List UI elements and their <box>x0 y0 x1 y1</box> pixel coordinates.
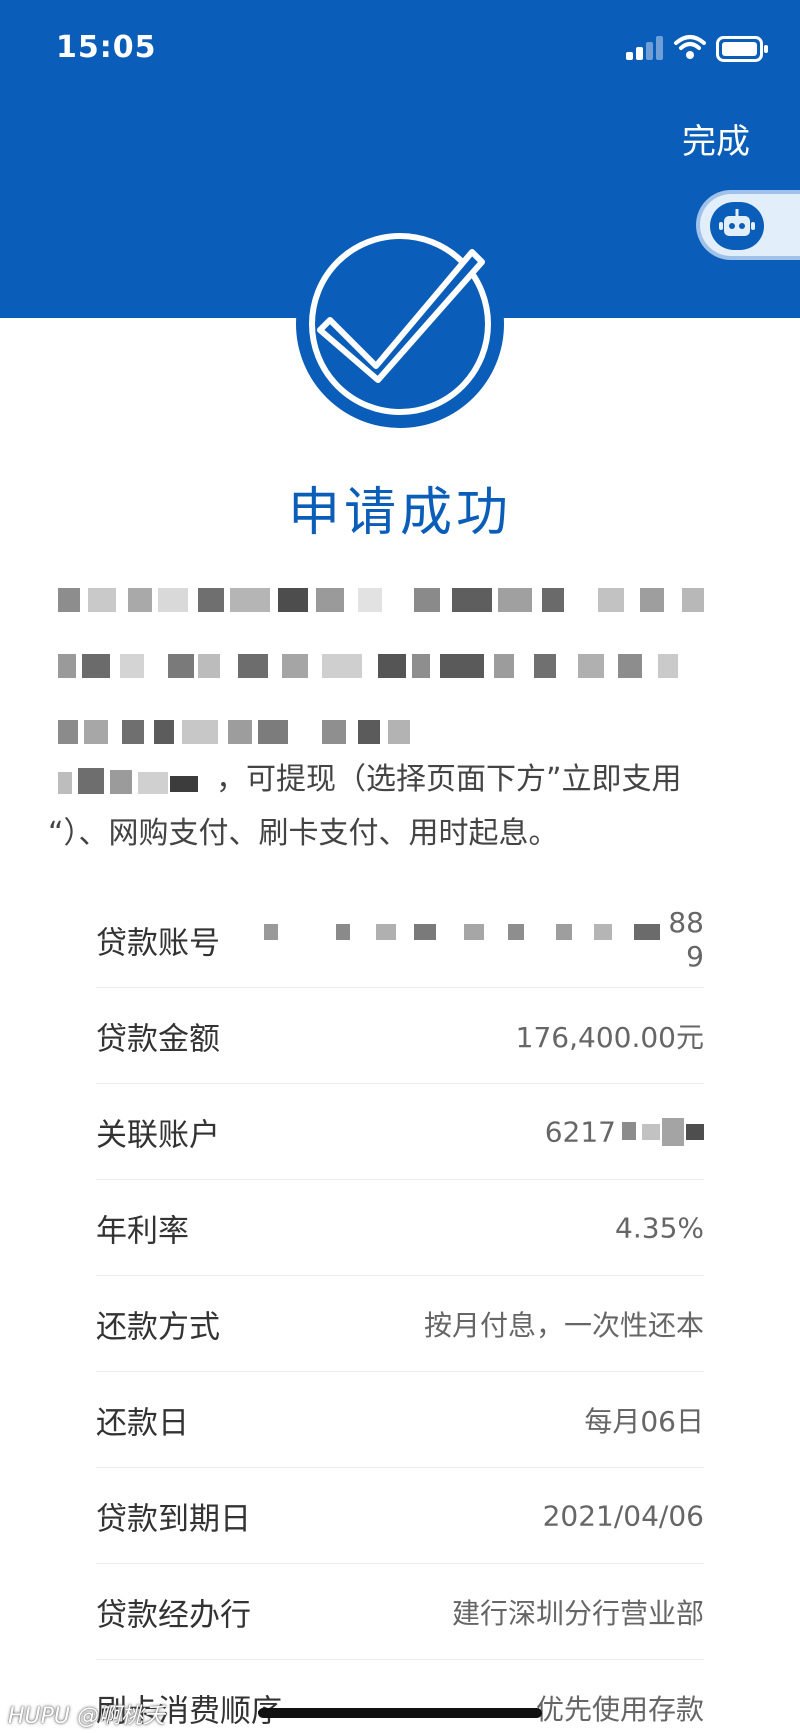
info-value: 4.35% <box>615 1211 704 1244</box>
done-button[interactable]: 完成 <box>682 114 750 163</box>
assistant-button[interactable] <box>696 190 800 260</box>
masked-text-line <box>58 710 758 758</box>
watermark: HUPU @啊桃夭 <box>8 1704 166 1729</box>
status-bar: 15:05 <box>0 0 800 100</box>
description-line-1: ，可提现（选择页面下方”立即支用 <box>216 762 682 797</box>
info-row-card-order: 刷卡消费顺序 优先使用存款 <box>96 1660 704 1733</box>
info-label: 年利率 <box>96 1213 189 1249</box>
info-label: 关联账户 <box>96 1117 220 1153</box>
masked-text-inline <box>58 764 218 800</box>
status-time: 15:05 <box>56 30 157 65</box>
info-value: 每月06日 <box>584 1404 704 1438</box>
description-masked <box>58 578 758 776</box>
info-label: 贷款到期日 <box>96 1501 251 1537</box>
info-row-loan-amount: 贷款金额 176,400.00元 <box>96 988 704 1084</box>
info-row-repay-method: 还款方式 按月付息，一次性还本 <box>96 1276 704 1372</box>
info-value: 建行深圳分行营业部 <box>451 1596 704 1630</box>
info-value: 2021/04/06 <box>542 1499 704 1532</box>
info-row-due-date: 贷款到期日 2021/04/06 <box>96 1468 704 1564</box>
check-circle-icon <box>296 220 504 428</box>
masked-text-line <box>58 644 758 692</box>
info-label: 还款方式 <box>96 1309 220 1345</box>
masked-linked-account <box>622 1114 704 1150</box>
info-row-repay-day: 还款日 每月06日 <box>96 1372 704 1468</box>
info-row-branch: 贷款经办行 建行深圳分行营业部 <box>96 1564 704 1660</box>
masked-text-line <box>58 578 758 626</box>
masked-account-number <box>264 914 704 950</box>
loan-info-list: 贷款账号 88 9 贷款金额 176,400.00元 关联账户 6217 年利率… <box>96 892 704 1733</box>
info-label: 贷款经办行 <box>96 1597 251 1633</box>
info-value: 按月付息，一次性还本 <box>423 1308 704 1342</box>
info-label: 贷款账号 <box>96 925 220 961</box>
info-value: 6217 <box>544 1115 616 1148</box>
description-line-2: “）、网购支付、刷卡支付、用时起息。 <box>48 816 559 851</box>
wifi-icon <box>674 35 706 59</box>
info-value-account-tail: 88 9 <box>668 906 704 973</box>
home-indicator[interactable] <box>258 1708 542 1718</box>
loan-success-screen: 15:05 完成 申请成功 ，可提现（选择页面下方”立即支用 “）、网购支付、刷… <box>0 0 800 1733</box>
info-row-linked-account: 关联账户 6217 <box>96 1084 704 1180</box>
info-label: 还款日 <box>96 1405 189 1441</box>
battery-icon <box>716 36 768 62</box>
success-title: 申请成功 <box>287 483 512 543</box>
info-label: 贷款金额 <box>96 1021 220 1057</box>
info-value: 176,400.00元 <box>515 1020 704 1054</box>
info-row-loan-account: 贷款账号 88 9 <box>96 892 704 988</box>
signal-icon <box>626 36 666 60</box>
info-value: 优先使用存款 <box>535 1692 704 1726</box>
info-row-annual-rate: 年利率 4.35% <box>96 1180 704 1276</box>
robot-icon <box>710 202 764 250</box>
